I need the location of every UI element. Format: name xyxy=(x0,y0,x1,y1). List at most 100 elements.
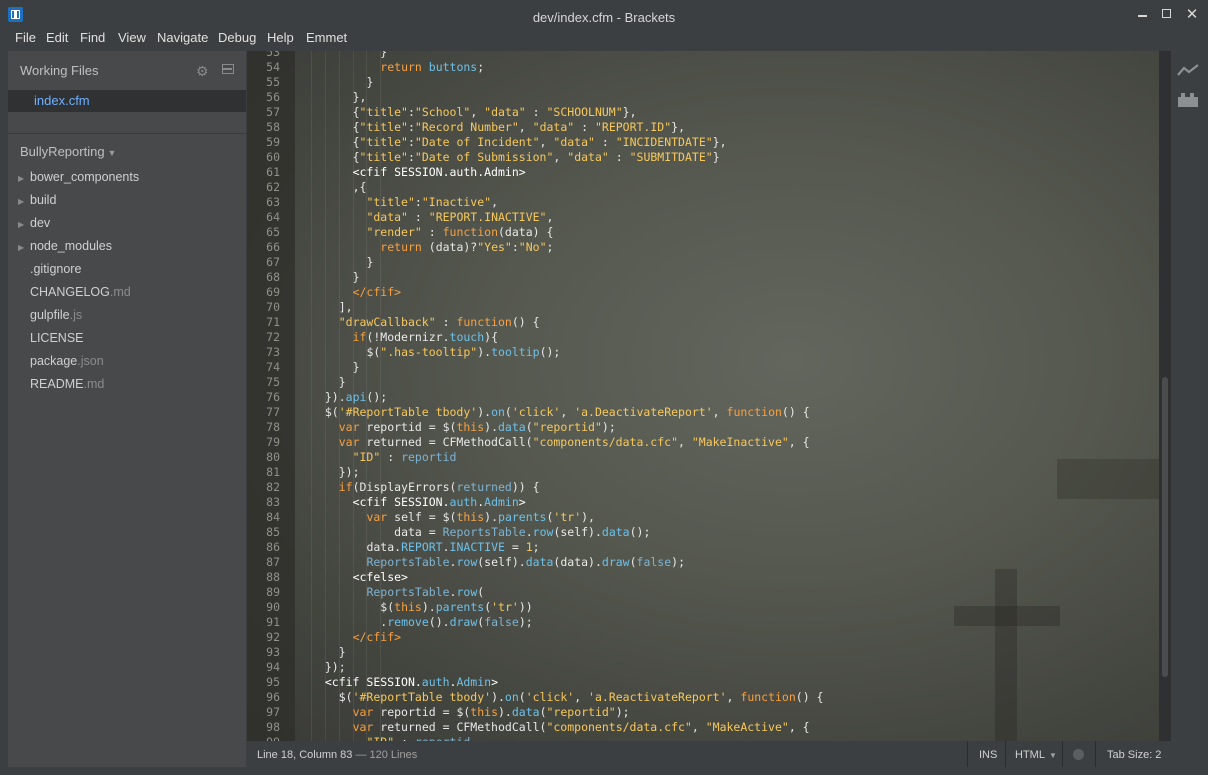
scrollbar-thumb[interactable] xyxy=(1162,377,1168,677)
code-text: <cfif SESSION.auth.Admin> xyxy=(325,675,498,690)
linter-status-icon[interactable] xyxy=(1073,749,1084,760)
code-token: data xyxy=(498,420,526,434)
code-text: </cfif> xyxy=(353,285,401,300)
editor-scrollbar[interactable] xyxy=(1159,51,1171,741)
working-file-item[interactable]: index.cfm xyxy=(8,90,246,112)
status-separator xyxy=(1062,741,1063,767)
close-button[interactable]: ✕ xyxy=(1182,6,1202,24)
right-toolbar xyxy=(1171,51,1208,767)
code-token: }, xyxy=(622,105,637,119)
line-number: 58 xyxy=(266,120,280,134)
tree-folder[interactable]: ▶ build xyxy=(18,193,56,213)
line-number: 62 xyxy=(266,180,280,194)
menu-edit[interactable]: Edit xyxy=(46,30,68,45)
code-token: reportid xyxy=(401,450,457,464)
tree-folder[interactable]: ▶ bower_components xyxy=(18,170,139,190)
gear-icon[interactable]: ⚙ xyxy=(196,63,209,80)
status-separator xyxy=(1095,741,1096,767)
code-token: 'tr' xyxy=(491,600,519,614)
line-number: 79 xyxy=(266,435,280,449)
menu-help[interactable]: Help xyxy=(267,30,294,45)
code-token: } xyxy=(338,645,346,659)
code-token: 'a.ReactivateReport' xyxy=(588,690,727,704)
split-view-icon[interactable] xyxy=(222,64,234,74)
tree-file[interactable]: CHANGELOG.md xyxy=(18,285,131,305)
line-number: 92 xyxy=(266,630,280,644)
code-token: : xyxy=(421,225,443,239)
code-token: "Inactive" xyxy=(421,195,492,209)
code-token: "No" xyxy=(518,240,547,254)
code-token: var xyxy=(338,435,367,449)
code-token: Admin xyxy=(484,495,519,509)
menu-find[interactable]: Find xyxy=(80,30,105,45)
menu-emmet[interactable]: Emmet xyxy=(306,30,347,45)
code-text: }).api(); xyxy=(325,390,387,405)
menu-file[interactable]: File xyxy=(15,30,36,45)
chevron-right-icon: ▶ xyxy=(18,197,25,206)
language-select[interactable]: HTML ▼ xyxy=(1015,749,1057,761)
menu-debug[interactable]: Debug xyxy=(218,30,256,45)
code-token: data xyxy=(601,525,630,539)
code-token: { xyxy=(352,135,360,149)
code-text: } xyxy=(366,75,373,90)
line-number: 93 xyxy=(266,645,280,659)
live-preview-icon[interactable] xyxy=(1177,63,1199,77)
code-token: return xyxy=(380,240,429,254)
project-dropdown[interactable]: BullyReporting ▼ xyxy=(20,144,116,159)
menu-navigate[interactable]: Navigate xyxy=(157,30,208,45)
tree-file[interactable]: package.json xyxy=(18,354,104,374)
code-token: self = $( xyxy=(394,510,457,524)
code-text: } xyxy=(353,270,360,285)
tree-folder[interactable]: ▶ node_modules xyxy=(18,239,112,259)
line-number: 67 xyxy=(266,255,280,269)
code-token: (); xyxy=(366,390,388,404)
tree-file[interactable]: README.md xyxy=(18,377,104,397)
code-text: }); xyxy=(325,660,346,675)
code-token: "REPORT.ID" xyxy=(594,120,672,134)
background-cross-horizontal xyxy=(954,606,1060,626)
line-number: 57 xyxy=(266,105,280,119)
tree-file[interactable]: .gitignore xyxy=(18,262,81,282)
cursor-position[interactable]: Line 18, Column 83 — 120 Lines xyxy=(257,749,417,761)
background-cross-vertical xyxy=(995,569,1017,741)
code-token: }, xyxy=(671,120,685,134)
tree-item-name: LICENSE xyxy=(30,331,84,345)
tree-item-name: build xyxy=(30,193,57,207)
language-label: HTML xyxy=(1015,749,1045,761)
maximize-button[interactable] xyxy=(1157,6,1177,24)
extension-manager-icon[interactable] xyxy=(1178,93,1198,107)
code-text: <cfif SESSION.auth.Admin> xyxy=(353,495,526,510)
code-token: ReportsTable xyxy=(442,525,526,539)
code-token: "Yes" xyxy=(477,240,512,254)
code-token: , { xyxy=(788,435,810,449)
code-editor[interactable]: 53} 54 return buttons; 55} 56}, 57 {"title":"S… xyxy=(247,51,1159,741)
code-token: () { xyxy=(511,315,540,329)
tree-file[interactable]: LICENSE xyxy=(18,331,84,351)
code-token: ). xyxy=(491,690,505,704)
code-token: ReportsTable xyxy=(366,585,450,599)
code-token: : xyxy=(407,210,429,224)
line-number: 82 xyxy=(266,480,280,494)
tree-file[interactable]: gulpfile.js xyxy=(18,308,82,328)
code-token: (self). xyxy=(553,525,602,539)
code-text: return buttons; xyxy=(380,60,484,75)
code-token: var xyxy=(338,420,367,434)
code-text: if(DisplayErrors(returned)) { xyxy=(339,480,540,495)
code-token: "render" xyxy=(366,225,422,239)
minimize-button[interactable] xyxy=(1133,6,1153,24)
menu-view[interactable]: View xyxy=(118,30,146,45)
code-token: } xyxy=(380,51,388,59)
tab-size-indicator[interactable]: Tab Size: 2 xyxy=(1107,749,1161,761)
code-token: , xyxy=(546,210,554,224)
code-token: "Date of Incident" xyxy=(414,135,540,149)
code-token: <cfif SESSION. xyxy=(352,495,450,509)
code-token: $( xyxy=(366,345,381,359)
code-token: ( xyxy=(539,705,547,719)
code-token: : xyxy=(525,105,547,119)
code-token: : xyxy=(574,120,595,134)
tree-item-name: README xyxy=(30,377,84,391)
code-token: "title" xyxy=(359,120,408,134)
insert-mode-toggle[interactable]: INS xyxy=(979,749,997,761)
tree-folder[interactable]: ▶ dev xyxy=(18,216,50,236)
project-name: BullyReporting xyxy=(20,144,105,159)
